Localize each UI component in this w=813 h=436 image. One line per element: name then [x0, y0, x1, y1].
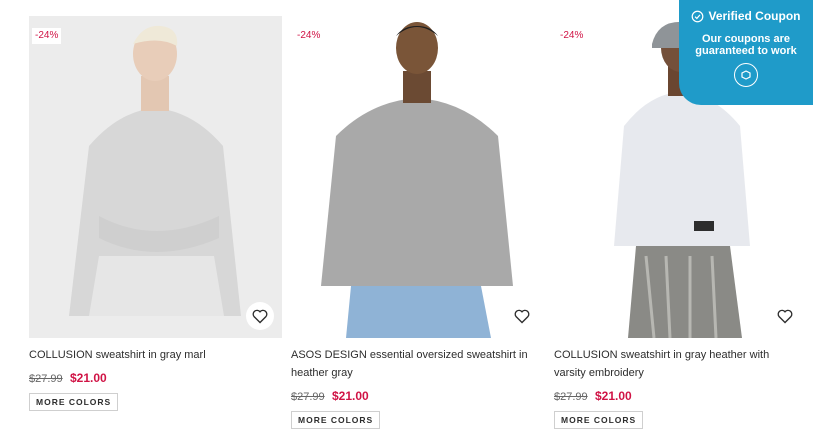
- coupon-subtitle: Our coupons are guaranteed to work: [695, 33, 797, 57]
- discount-badge: -24%: [32, 28, 62, 44]
- sale-price: $21.00: [70, 371, 107, 385]
- product-card-2[interactable]: -24% ASOS DESIGN essential oversized swe…: [291, 16, 544, 429]
- sale-price: $21.00: [332, 389, 369, 403]
- coupon-header: Verified Coupon: [679, 9, 813, 23]
- heart-icon: [777, 309, 793, 323]
- save-for-later-button[interactable]: [771, 302, 799, 330]
- more-colors-button[interactable]: MORE COLORS: [291, 411, 381, 429]
- product-title[interactable]: COLLUSION sweatshirt in gray marl: [29, 346, 269, 364]
- product-price: $27.99 $21.00: [291, 388, 544, 405]
- product-card-1[interactable]: -24% COLLUSION sweatshirt in gray marl $…: [29, 16, 282, 411]
- coupon-title: Verified Coupon: [708, 9, 801, 23]
- original-price: $27.99: [29, 373, 63, 385]
- sale-price: $21.00: [595, 389, 632, 403]
- heart-icon: [252, 309, 268, 323]
- original-price: $27.99: [554, 391, 588, 403]
- discount-badge: -24%: [294, 28, 324, 44]
- save-for-later-button[interactable]: [246, 302, 274, 330]
- original-price: $27.99: [291, 391, 325, 403]
- coupon-logo-icon[interactable]: [734, 63, 758, 87]
- product-title[interactable]: COLLUSION sweatshirt in gray heather wit…: [554, 346, 794, 382]
- product-photo: [29, 16, 282, 338]
- product-price: $27.99 $21.00: [554, 388, 807, 405]
- discount-badge: -24%: [557, 28, 587, 44]
- more-colors-button[interactable]: MORE COLORS: [554, 411, 644, 429]
- product-photo: [291, 16, 544, 338]
- coupon-logo-glyph: [741, 70, 751, 80]
- product-image[interactable]: -24%: [29, 16, 282, 338]
- product-title[interactable]: ASOS DESIGN essential oversized sweatshi…: [291, 346, 531, 382]
- product-image[interactable]: -24%: [291, 16, 544, 338]
- save-for-later-button[interactable]: [508, 302, 536, 330]
- verified-coupon-widget[interactable]: Verified Coupon Our coupons are guarante…: [679, 0, 813, 105]
- product-price: $27.99 $21.00: [29, 370, 282, 387]
- heart-icon: [514, 309, 530, 323]
- check-circle-icon: [692, 10, 704, 22]
- more-colors-button[interactable]: MORE COLORS: [29, 393, 119, 411]
